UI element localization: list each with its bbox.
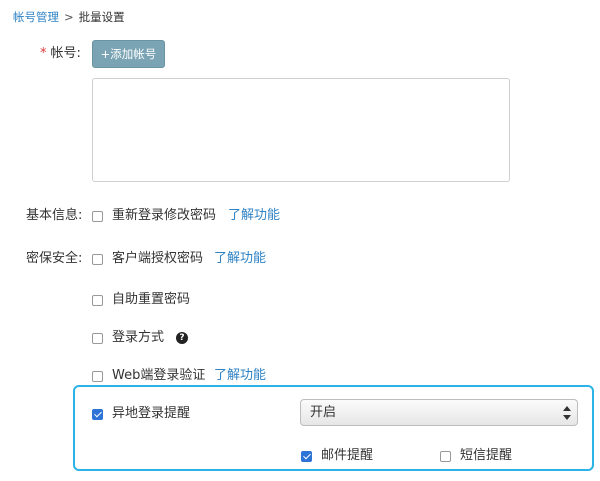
question-circle-icon[interactable]: ?: [176, 332, 188, 344]
breadcrumb-current: 批量设置: [78, 10, 125, 24]
remote-login-select[interactable]: 开启: [300, 399, 578, 426]
sms-alert-label: 短信提醒: [460, 448, 513, 463]
add-account-button[interactable]: +添加帐号: [92, 40, 165, 68]
self-reset-password-checkbox[interactable]: [92, 295, 103, 306]
breadcrumb-account-management-link[interactable]: 帐号管理: [13, 10, 59, 24]
self-reset-password-label: 自助重置密码: [112, 292, 191, 307]
remote-login-alert-label: 异地登录提醒: [112, 406, 191, 421]
login-method-label: 登录方式: [112, 330, 165, 345]
breadcrumb: 帐号管理 > 批量设置: [13, 9, 125, 25]
client-auth-password-learn-link[interactable]: 了解功能: [214, 250, 266, 268]
relogin-change-password-checkbox[interactable]: [92, 211, 103, 222]
email-alert-checkbox[interactable]: [301, 451, 312, 462]
basic-info-label: 基本信息:: [26, 208, 83, 223]
web-login-verify-learn-link[interactable]: 了解功能: [214, 367, 266, 385]
account-label-text: 帐号:: [50, 46, 81, 61]
sms-alert-checkbox[interactable]: [440, 451, 451, 462]
email-alert-label: 邮件提醒: [321, 448, 374, 463]
remote-login-alert-checkbox[interactable]: [92, 409, 103, 420]
client-auth-password-checkbox[interactable]: [92, 254, 103, 265]
account-textarea[interactable]: [92, 78, 510, 182]
client-auth-password-label: 客户端授权密码: [112, 251, 204, 266]
relogin-change-password-label: 重新登录修改密码: [112, 208, 217, 223]
select-arrows-icon: [563, 406, 571, 420]
web-login-verify-checkbox[interactable]: [92, 371, 103, 382]
account-label: * 帐号:: [40, 45, 81, 63]
relogin-change-password-learn-link[interactable]: 了解功能: [228, 207, 280, 225]
web-login-verify-label: Web端登录验证: [112, 368, 206, 383]
breadcrumb-separator: >: [64, 10, 74, 24]
login-method-checkbox[interactable]: [92, 333, 103, 344]
security-label: 密保安全:: [26, 251, 83, 266]
remote-login-select-value: 开启: [310, 405, 337, 420]
required-mark: *: [40, 46, 47, 61]
